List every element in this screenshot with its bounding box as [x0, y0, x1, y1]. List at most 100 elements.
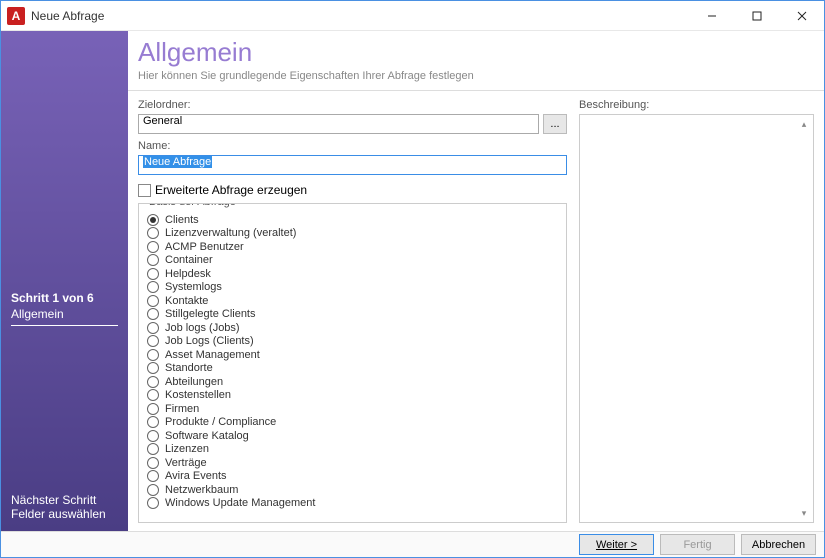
radio-icon[interactable] — [147, 497, 159, 509]
titlebar: A Neue Abfrage — [1, 1, 824, 31]
next-button[interactable]: Weiter > — [579, 534, 654, 555]
radio-icon[interactable] — [147, 322, 159, 334]
basis-option[interactable]: Avira Events — [147, 470, 558, 482]
basis-option-label: Job Logs (Clients) — [165, 335, 254, 347]
radio-icon[interactable] — [147, 335, 159, 347]
basis-option[interactable]: Asset Management — [147, 349, 558, 361]
basis-option-label: Verträge — [165, 457, 207, 469]
page-subtitle: Hier können Sie grundlegende Eigenschaft… — [138, 70, 814, 82]
radio-icon[interactable] — [147, 484, 159, 496]
radio-icon[interactable] — [147, 268, 159, 280]
name-row: Name: Neue Abfrage — [138, 140, 567, 175]
radio-icon[interactable] — [147, 227, 159, 239]
basis-option-label: Helpdesk — [165, 268, 211, 280]
radio-icon[interactable] — [147, 416, 159, 428]
radio-icon[interactable] — [147, 349, 159, 361]
page-title: Allgemein — [138, 37, 814, 68]
basis-option[interactable]: Job Logs (Clients) — [147, 335, 558, 347]
basis-option[interactable]: Kostenstellen — [147, 389, 558, 401]
body: Schritt 1 von 6 Allgemein Nächster Schri… — [1, 31, 824, 531]
next-step-title: Nächster Schritt — [11, 493, 118, 507]
basis-option-label: Stillgelegte Clients — [165, 308, 256, 320]
main-header: Allgemein Hier können Sie grundlegende E… — [128, 31, 824, 91]
radio-icon[interactable] — [147, 403, 159, 415]
basis-option[interactable]: Firmen — [147, 403, 558, 415]
basis-option[interactable]: Lizenzen — [147, 443, 558, 455]
wizard-sidebar: Schritt 1 von 6 Allgemein Nächster Schri… — [1, 31, 128, 531]
basis-option-label: Produkte / Compliance — [165, 416, 276, 428]
folder-label: Zielordner: — [138, 99, 567, 111]
basis-option[interactable]: Standorte — [147, 362, 558, 374]
radio-icon[interactable] — [147, 241, 159, 253]
radio-icon[interactable] — [147, 254, 159, 266]
basis-option[interactable]: Container — [147, 254, 558, 266]
basis-option[interactable]: Job logs (Jobs) — [147, 322, 558, 334]
form-right: Beschreibung: ▴ ▾ — [579, 99, 814, 523]
radio-icon[interactable] — [147, 376, 159, 388]
basis-option[interactable]: ACMP Benutzer — [147, 241, 558, 253]
basis-option-label: Kontakte — [165, 295, 208, 307]
basis-option[interactable]: Verträge — [147, 457, 558, 469]
basis-option-label: Windows Update Management — [165, 497, 315, 509]
basis-option-label: Systemlogs — [165, 281, 222, 293]
description-textarea[interactable]: ▴ ▾ — [579, 114, 814, 523]
basis-option-label: Job logs (Jobs) — [165, 322, 240, 334]
radio-icon[interactable] — [147, 214, 159, 226]
close-button[interactable] — [779, 1, 824, 31]
basis-group: ClientsLizenzverwaltung (veraltet) ACMP B… — [138, 203, 567, 523]
basis-option-label: ACMP Benutzer — [165, 241, 244, 253]
basis-option[interactable]: Kontakte — [147, 295, 558, 307]
window-controls — [689, 1, 824, 31]
name-value-selected: Neue Abfrage — [143, 156, 212, 168]
radio-icon[interactable] — [147, 443, 159, 455]
extended-checkbox-label: Erweiterte Abfrage erzeugen — [155, 183, 307, 197]
basis-option-label: Firmen — [165, 403, 199, 415]
name-input[interactable]: Neue Abfrage — [138, 155, 567, 175]
basis-option-label: Clients — [165, 214, 199, 226]
window-title: Neue Abfrage — [31, 9, 104, 23]
minimize-button[interactable] — [689, 1, 734, 31]
basis-option[interactable]: Netzwerkbaum — [147, 484, 558, 496]
basis-option[interactable]: Helpdesk — [147, 268, 558, 280]
folder-input[interactable]: General — [138, 114, 539, 134]
basis-option[interactable]: Abteilungen — [147, 376, 558, 388]
basis-option[interactable]: Windows Update Management — [147, 497, 558, 509]
basis-option-label: Netzwerkbaum — [165, 484, 238, 496]
maximize-button[interactable] — [734, 1, 779, 31]
extended-checkbox[interactable] — [138, 184, 151, 197]
radio-icon[interactable] — [147, 281, 159, 293]
step-name: Allgemein — [11, 307, 118, 326]
radio-icon[interactable] — [147, 470, 159, 482]
basis-option[interactable]: Produkte / Compliance — [147, 416, 558, 428]
extended-checkbox-row[interactable]: Erweiterte Abfrage erzeugen — [138, 183, 567, 197]
radio-icon[interactable] — [147, 295, 159, 307]
next-step-name: Felder auswählen — [11, 507, 118, 521]
radio-icon[interactable] — [147, 430, 159, 442]
cancel-button[interactable]: Abbrechen — [741, 534, 816, 555]
step-number: Schritt 1 von 6 — [11, 291, 118, 305]
basis-option-label: Software Katalog — [165, 430, 249, 442]
radio-icon[interactable] — [147, 362, 159, 374]
radio-icon[interactable] — [147, 457, 159, 469]
basis-option[interactable]: Clients — [147, 214, 558, 226]
basis-option-label: Standorte — [165, 362, 213, 374]
basis-option[interactable]: Lizenzverwaltung (veraltet) — [147, 227, 558, 239]
radio-icon[interactable] — [147, 389, 159, 401]
scroll-up-icon[interactable]: ▴ — [797, 117, 811, 131]
main: Allgemein Hier können Sie grundlegende E… — [128, 31, 824, 531]
footer: Weiter > Fertig Abbrechen — [1, 531, 824, 557]
description-scrollbar[interactable]: ▴ ▾ — [797, 117, 811, 520]
browse-folder-button[interactable]: ... — [543, 114, 567, 134]
radio-icon[interactable] — [147, 308, 159, 320]
name-label: Name: — [138, 140, 567, 152]
main-content: Zielordner: General ... Name: Neue Abfra… — [128, 91, 824, 531]
finish-button: Fertig — [660, 534, 735, 555]
current-step: Schritt 1 von 6 Allgemein — [11, 291, 118, 326]
basis-option-label: Kostenstellen — [165, 389, 231, 401]
folder-row: Zielordner: General ... — [138, 99, 567, 134]
basis-option[interactable]: Software Katalog — [147, 430, 558, 442]
basis-option[interactable]: Stillgelegte Clients — [147, 308, 558, 320]
basis-option[interactable]: Systemlogs — [147, 281, 558, 293]
next-step-hint: Nächster Schritt Felder auswählen — [11, 493, 118, 521]
scroll-down-icon[interactable]: ▾ — [797, 506, 811, 520]
